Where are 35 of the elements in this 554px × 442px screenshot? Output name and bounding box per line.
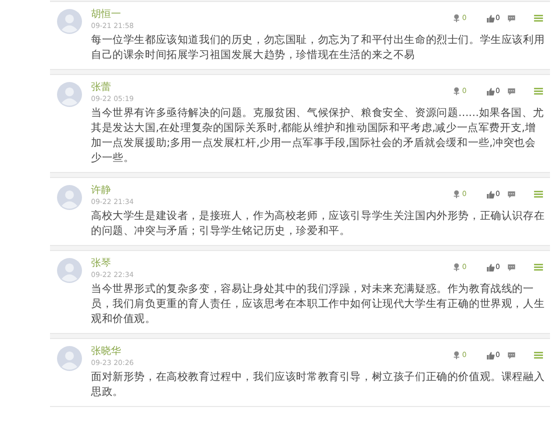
avatar-icon <box>57 9 82 34</box>
user-name[interactable]: 张蕾 <box>91 82 134 94</box>
menu-icon[interactable] <box>534 351 543 359</box>
user-name[interactable]: 张晓华 <box>91 346 134 358</box>
comment-text: 当今世界有许多亟待解决的问题。克服贫困、气候保护、粮食安全、资源问题……如果各国、尤其是发达大国,在处理复杂的国际关系时,都能从维护和推动国际和平考虑,减少一点军费开支,增加一点发展援助;多用一点发展杠杆,少用一点军事手段,国际社会的矛盾就会缓和一些,冲突也会少一些。 <box>91 106 545 166</box>
comment-text: 每一位学生都应该知道我们的历史，勿忘国耻，勿忘为了和平付出生命的烈士们。学生应该利用自己的课余时间拓展学习祖国发展大趋势，珍惜现在生活的来之不易 <box>91 33 546 63</box>
comment-text: 当今世界形式的复杂多变，容易让身处其中的我们浮躁，对未来充满疑惑。作为教育战线的一员，我们肩负更重的育人责任，应该思考在本职工作中如何让现代大学生有正确的世界观，人生观和价值观。 <box>91 282 546 327</box>
thumbs-up-icon[interactable] <box>486 350 495 360</box>
avatar-icon <box>57 82 82 107</box>
menu-icon[interactable] <box>534 263 543 271</box>
comment-icon[interactable] <box>507 262 516 272</box>
menu-icon[interactable] <box>534 87 543 95</box>
avatar-icon <box>57 258 82 283</box>
thumbs-up-icon[interactable] <box>486 14 495 22</box>
flower-icon[interactable] <box>452 350 462 360</box>
menu-icon[interactable] <box>534 14 543 22</box>
thumbs-up-icon[interactable] <box>486 262 495 272</box>
avatar-icon <box>57 346 82 371</box>
comment-text: 面对新形势，在高校教育过程中，我们应该时常教育引导，树立孩子们正确的价值观。课程融入思政。 <box>91 370 546 400</box>
comment-icon[interactable] <box>507 86 516 96</box>
flower-icon[interactable] <box>452 14 462 22</box>
flower-icon[interactable] <box>452 86 462 96</box>
comment-icon[interactable] <box>507 350 516 360</box>
thumbs-up-icon[interactable] <box>486 190 495 198</box>
user-name[interactable]: 胡恒一 <box>91 9 134 21</box>
menu-icon[interactable] <box>534 190 543 198</box>
user-name[interactable]: 许静 <box>91 185 134 197</box>
comment-icon[interactable] <box>507 14 516 22</box>
flower-icon[interactable] <box>452 190 462 198</box>
flower-icon[interactable] <box>452 262 462 272</box>
comment-text: 高校大学生是建设者，是接班人，作为高校老师，应该引导学生关注国内外形势，正确认识存在的问题、冲突与矛盾；引导学生铭记历史，珍爱和平。 <box>91 209 546 239</box>
user-name[interactable]: 张琴 <box>91 258 134 270</box>
avatar-icon <box>57 185 82 210</box>
comment-icon[interactable] <box>507 190 516 198</box>
thumbs-up-icon[interactable] <box>486 86 495 96</box>
